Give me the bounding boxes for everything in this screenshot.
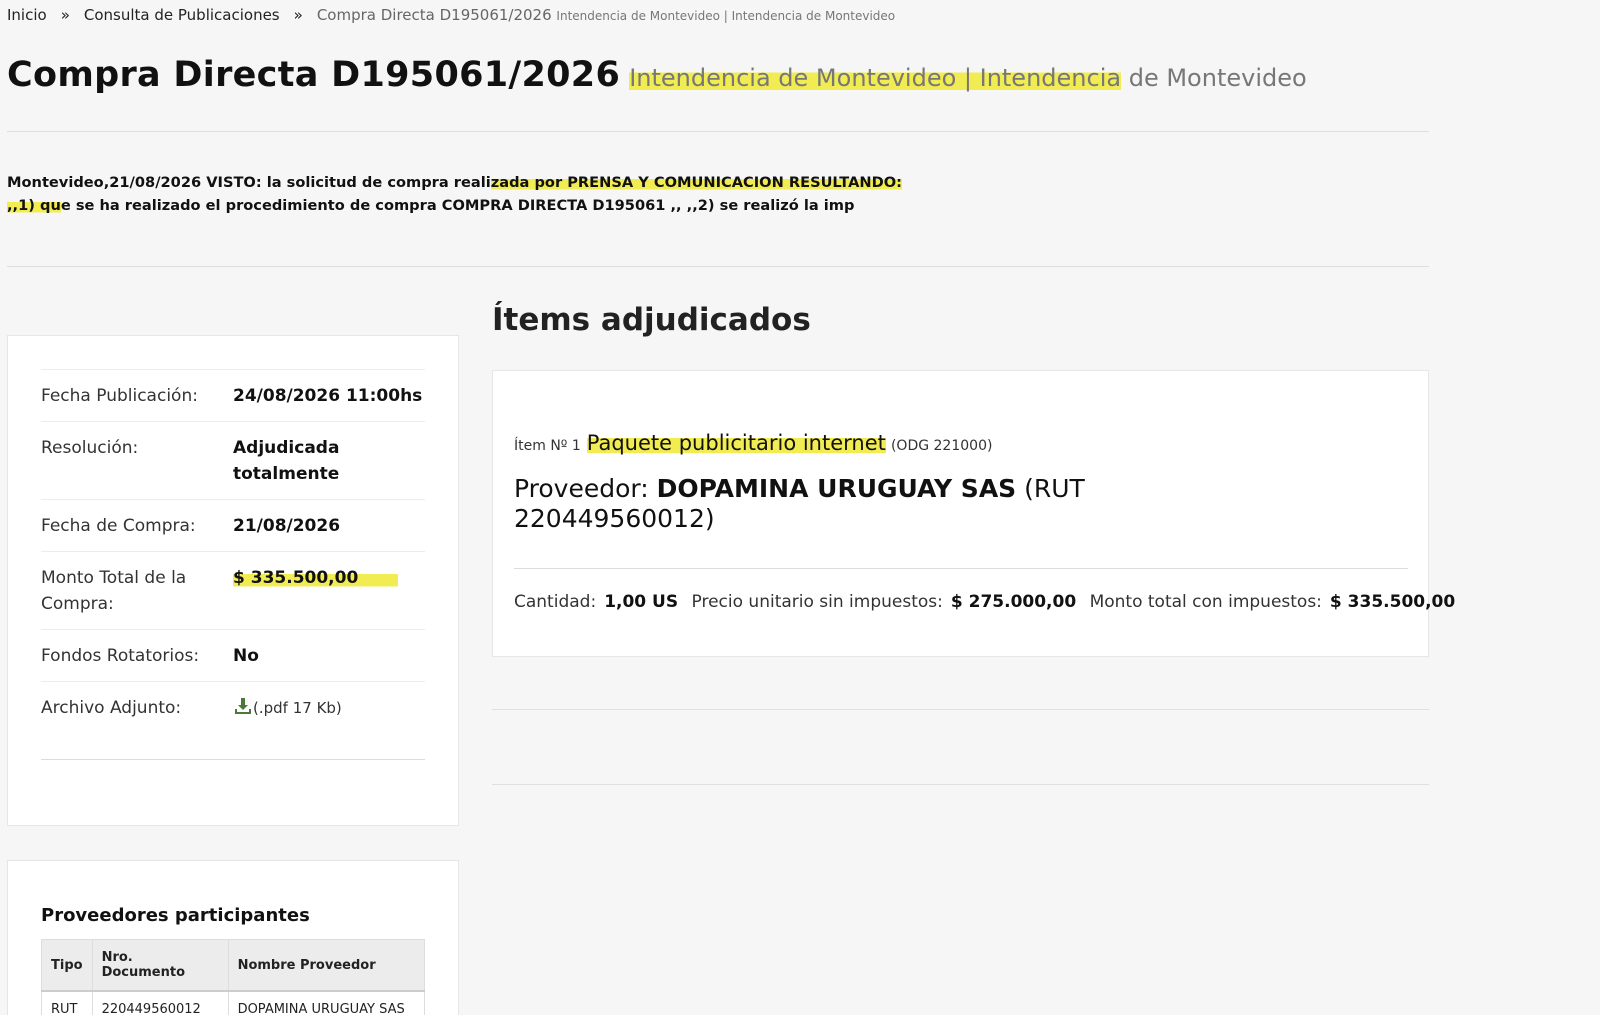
page-title-main: Compra Directa D195061/2026: [7, 55, 621, 95]
table-cell: DOPAMINA URUGUAY SAS: [227, 990, 426, 1015]
cantidad-label: Cantidad:: [514, 592, 597, 612]
info-row-resolucion: Resolución: Adjudicada totalmente: [41, 421, 425, 499]
provider-label: Proveedor:: [514, 474, 649, 503]
item-name: Paquete publicitario internet: [586, 431, 886, 455]
info-label: Archivo Adjunto:: [41, 698, 182, 718]
breadcrumb-separator: »: [293, 6, 303, 24]
info-label: Fecha de Compra:: [41, 516, 196, 536]
purchase-description: Montevideo,21/08/2026 VISTO: la solicitu…: [7, 171, 912, 217]
info-value: Adjudicada totalmente: [233, 438, 340, 484]
info-row-fecha-compra: Fecha de Compra: 21/08/2026: [41, 499, 425, 551]
purchase-info-table: Fecha Publicación: 24/08/2026 11:00hs Re…: [41, 369, 425, 760]
info-label: Fecha Publicación:: [41, 386, 198, 406]
precio-label: Precio unitario sin impuestos:: [691, 592, 943, 612]
monto-label: Monto total con impuestos:: [1089, 592, 1322, 612]
breadcrumb-current: Compra Directa D195061/2026: [316, 6, 552, 24]
organization-rest: de Montevideo: [1121, 64, 1307, 92]
awarded-item-card: Ítem Nº 1 Paquete publicitario internet (…: [492, 370, 1455, 657]
items-section-title: Ítems adjudicados: [492, 302, 811, 338]
breadcrumb-section-link[interactable]: Consulta de Publicaciones: [84, 6, 280, 24]
attachment-download-link[interactable]: (.pdf 17 Kb): [233, 698, 342, 718]
info-value: 21/08/2026: [233, 516, 341, 536]
divider: [514, 568, 1408, 569]
page-title: Compra Directa D195061/2026 Intendencia …: [7, 55, 1307, 95]
info-label: Resolución:: [41, 438, 139, 458]
download-icon: [233, 696, 253, 716]
info-value: $ 335.500,00: [233, 565, 425, 617]
info-row-fecha-publicacion: Fecha Publicación: 24/08/2026 11:00hs: [41, 369, 425, 421]
table-row: RUT 220449560012 DOPAMINA URUGUAY SAS: [41, 990, 426, 1015]
info-value: (.pdf 17 Kb): [233, 695, 425, 721]
info-row-monto-total: Monto Total de la Compra: $ 335.500,00: [41, 551, 425, 629]
breadcrumb-home-link[interactable]: Inicio: [7, 6, 47, 24]
divider: [492, 784, 1429, 785]
info-value: 24/08/2026 11:00hs: [233, 386, 423, 406]
cantidad-value: 1,00 US: [604, 592, 679, 612]
info-row-archivo-adjunto: Archivo Adjunto: (.pdf 17 Kb): [41, 681, 425, 733]
column-header: Tipo: [41, 939, 93, 992]
breadcrumb: Inicio » Consulta de Publicaciones » Compra …: [7, 6, 895, 24]
item-odg: (ODG 221000): [890, 438, 993, 454]
divider: [7, 266, 1429, 267]
table-header-row: Tipo Nro. Documento Nombre Proveedor: [41, 939, 426, 992]
item-header: Ítem Nº 1 Paquete publicitario internet (…: [514, 431, 992, 455]
page-title-organization: Intendencia de Montevideo | Intendencia …: [629, 64, 1307, 92]
providers-table: Tipo Nro. Documento Nombre Proveedor RUT…: [41, 939, 426, 1015]
info-label: Monto Total de la Compra:: [41, 568, 187, 614]
highlighted-item-name: Paquete publicitario internet: [586, 431, 886, 455]
description-text: Montevideo,21/08/2026 VISTO: la solicitu…: [7, 174, 491, 191]
column-header: Nombre Proveedor: [227, 939, 426, 992]
description-text: e se ha realizado el procedimiento de co…: [60, 197, 855, 214]
breadcrumb-current-org: Intendencia de Montevideo | Intendencia …: [556, 9, 896, 23]
monto-value: $ 335.500,00: [1329, 592, 1456, 612]
purchase-info-card: Fecha Publicación: 24/08/2026 11:00hs Re…: [7, 335, 459, 826]
divider: [41, 759, 425, 760]
info-value: No: [233, 646, 259, 666]
providers-title: Proveedores participantes: [41, 905, 310, 926]
highlighted-organization: Intendencia de Montevideo | Intendencia: [629, 64, 1122, 92]
divider: [7, 131, 1429, 132]
provider-name: DOPAMINA URUGUAY SAS: [656, 474, 1017, 503]
item-number: Ítem Nº 1: [514, 438, 581, 454]
divider: [492, 709, 1429, 710]
item-stats: Cantidad: 1,00 US Precio unitario sin imp…: [514, 592, 1463, 612]
info-label: Fondos Rotatorios:: [41, 646, 200, 666]
info-row-fondos-rotatorios: Fondos Rotatorios: No: [41, 629, 425, 681]
highlighted-amount: $ 335.500,00: [233, 568, 399, 588]
column-header: Nro. Documento: [91, 939, 229, 992]
precio-value: $ 275.000,00: [950, 592, 1077, 612]
providers-card: Proveedores participantes Tipo Nro. Docu…: [7, 860, 459, 1015]
item-provider: Proveedor: DOPAMINA URUGUAY SAS (RUT 220…: [514, 474, 1154, 534]
table-cell: RUT: [41, 990, 93, 1015]
table-cell: 220449560012: [91, 990, 229, 1015]
attachment-info: (.pdf 17 Kb): [253, 699, 342, 717]
breadcrumb-separator: »: [60, 6, 70, 24]
